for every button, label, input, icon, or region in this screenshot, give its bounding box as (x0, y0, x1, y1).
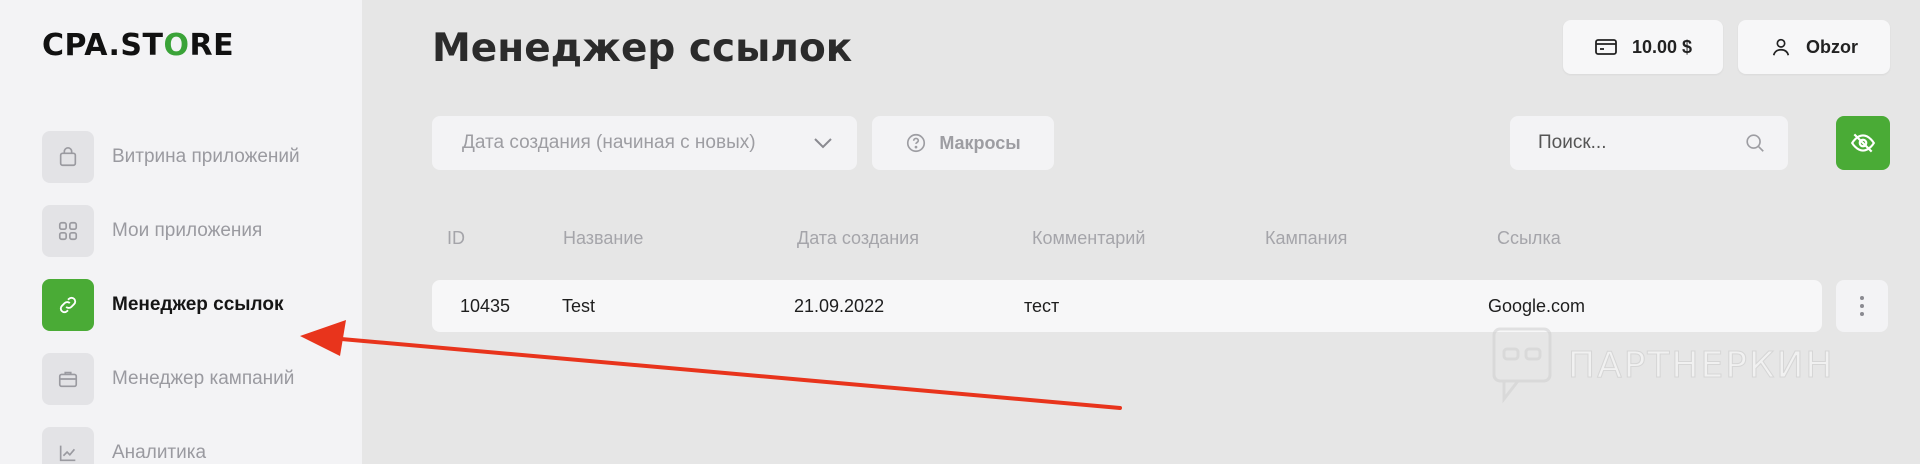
sidebar-item-label: Менеджер кампаний (112, 368, 295, 389)
user-icon (1772, 38, 1790, 56)
page-title: Менеджер ссылок (432, 26, 853, 71)
sidebar-item-label: Витрина приложений (112, 146, 300, 167)
sidebar-item-label: Аналитика (112, 442, 207, 463)
cell-id: 10435 (460, 296, 511, 316)
sidebar-item-link-manager[interactable]: Менеджер ссылок (42, 278, 342, 332)
sidebar-item-analytics[interactable]: Аналитика (42, 426, 342, 464)
sort-select[interactable]: Дата создания (начиная с новых) (432, 116, 857, 170)
chevron-down-icon (814, 138, 832, 149)
sidebar: CPA.STORE Витрина приложений Мои приложе… (0, 0, 362, 464)
sidebar-item-label: Менеджер ссылок (112, 294, 284, 315)
toggle-hidden-button[interactable] (1836, 116, 1890, 170)
wallet-icon (1595, 39, 1617, 55)
macros-button[interactable]: Макросы (872, 116, 1054, 170)
sidebar-item-my-apps[interactable]: Мои приложения (42, 204, 342, 258)
sidebar-item-campaign-manager[interactable]: Менеджер кампаний (42, 352, 342, 406)
column-header-name: Название (563, 228, 644, 248)
sort-value: Дата создания (начиная с новых) (462, 132, 756, 153)
shopping-bag-icon (42, 131, 94, 183)
briefcase-icon (42, 353, 94, 405)
column-header-comment: Комментарий (1032, 228, 1146, 248)
macros-label: Макросы (939, 132, 1021, 153)
sidebar-item-app-showcase[interactable]: Витрина приложений (42, 130, 342, 184)
watermark-logo-icon (1492, 327, 1552, 404)
watermark: ПАРТНЕРКИН (1490, 325, 1834, 405)
column-header-link: Ссылка (1497, 228, 1561, 248)
help-circle-icon (907, 133, 926, 153)
grid-icon (42, 205, 94, 257)
user-button[interactable]: Obzor (1738, 20, 1890, 74)
user-name: Obzor (1806, 36, 1858, 57)
cell-name: Test (562, 296, 596, 316)
eye-off-icon (1850, 133, 1876, 153)
column-header-created: Дата создания (797, 228, 919, 248)
chart-icon (42, 427, 94, 464)
cell-link[interactable]: Google.com (1488, 296, 1585, 317)
more-vertical-icon (1860, 296, 1864, 316)
link-icon (42, 279, 94, 331)
watermark-text: ПАРТНЕРКИН (1567, 344, 1835, 386)
balance-value: 10.00 $ (1631, 36, 1693, 57)
logo[interactable]: CPA.STORE (42, 28, 234, 63)
column-header-campaign: Кампания (1265, 228, 1348, 248)
search-placeholder: Поиск... (1538, 132, 1607, 153)
balance-button[interactable]: 10.00 $ (1563, 20, 1723, 74)
column-header-id: ID (447, 228, 465, 248)
cell-created: 21.09.2022 (794, 296, 885, 316)
sidebar-item-label: Мои приложения (112, 220, 263, 241)
search-icon (1746, 134, 1764, 152)
cell-comment: тест (1024, 296, 1060, 316)
row-menu-button[interactable] (1836, 280, 1888, 332)
search-input[interactable]: Поиск... (1510, 116, 1788, 170)
